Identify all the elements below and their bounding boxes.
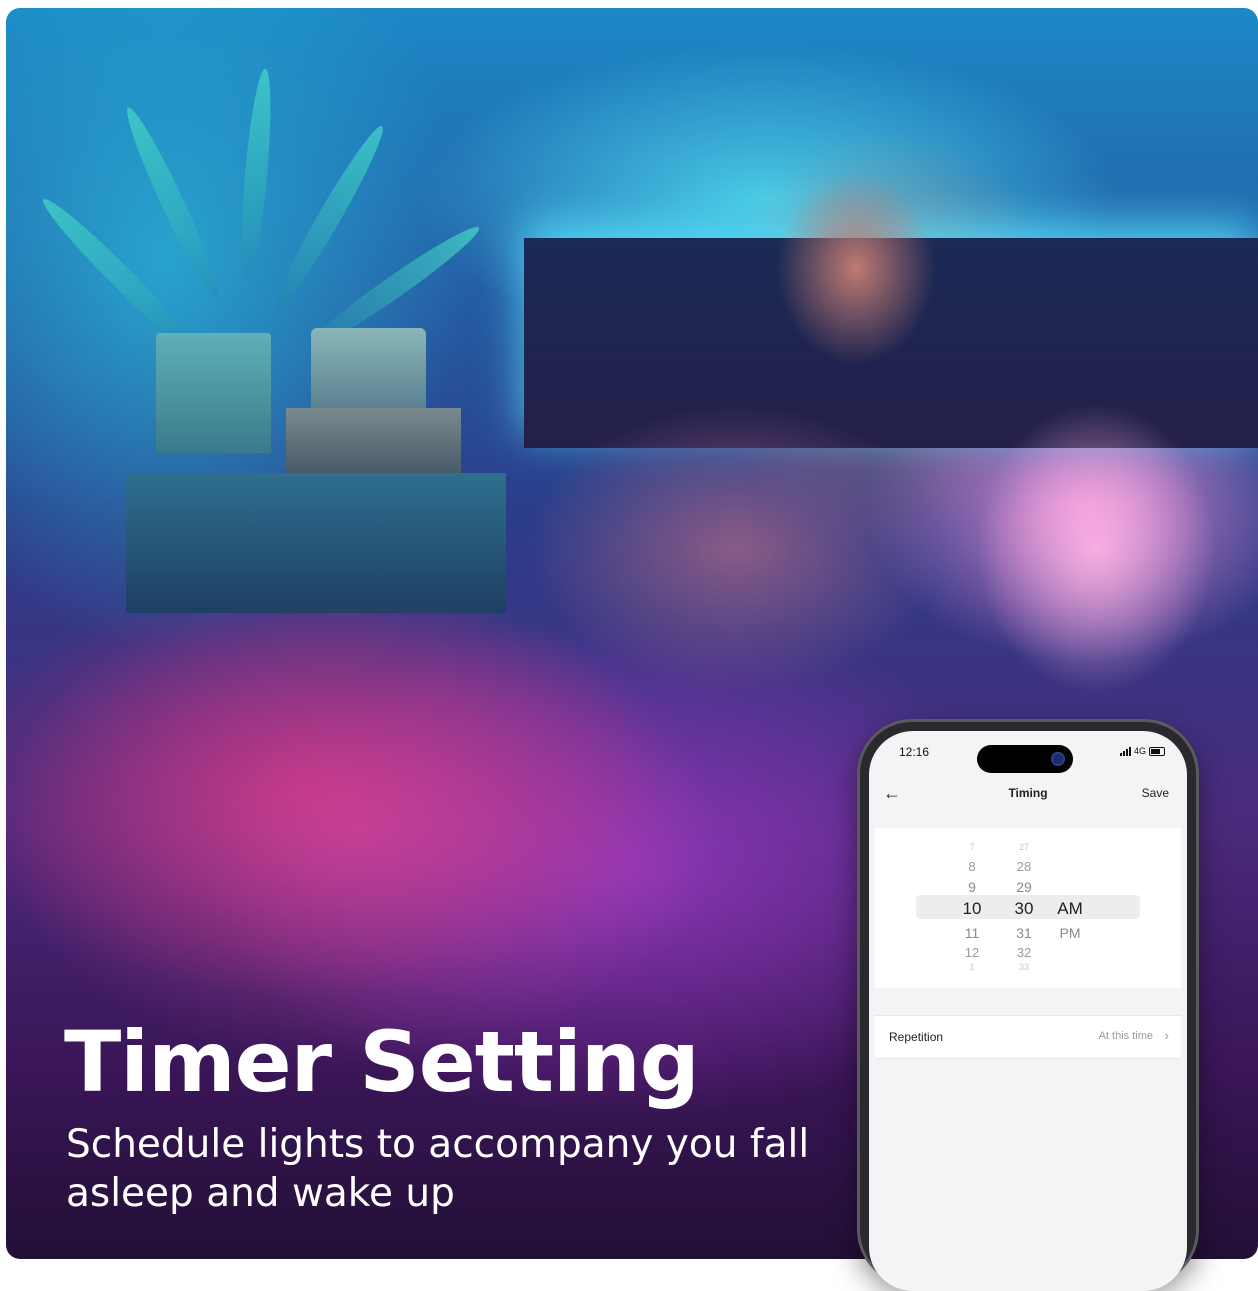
period-selected[interactable]: AM xyxy=(1053,899,1087,919)
signal-icon xyxy=(1119,746,1131,756)
hour-selected[interactable]: 10 xyxy=(955,899,989,919)
network-label: 4G xyxy=(1133,746,1146,756)
subtitle: Schedule lights to accompany you fall as… xyxy=(66,1122,810,1216)
camera-icon xyxy=(1051,752,1065,766)
page-title: Timing xyxy=(1008,786,1048,800)
speaker-device xyxy=(311,328,426,413)
plant-leaf xyxy=(267,120,392,314)
hour-option[interactable]: 7 xyxy=(955,842,989,852)
minute-option[interactable]: 31 xyxy=(1007,925,1041,941)
time-picker[interactable]: 7 8 9 10 11 12 1 27 28 29 30 31 32 33 AM… xyxy=(875,828,1181,988)
status-time: 12:16 xyxy=(899,745,930,759)
decor-box xyxy=(286,408,461,473)
minute-selected[interactable]: 30 xyxy=(1007,899,1041,919)
minute-option[interactable]: 29 xyxy=(1007,879,1041,895)
headline: Timer Setting xyxy=(64,1013,700,1111)
status-indicators: 4G xyxy=(1119,746,1165,756)
nightstand xyxy=(126,473,506,613)
hour-option[interactable]: 9 xyxy=(955,879,989,895)
sleeping-person-head xyxy=(766,148,986,408)
repetition-row[interactable]: Repetition At this time › xyxy=(875,1015,1181,1059)
phone-screen: 12:16 4G ← Timing Save 7 8 9 10 11 12 1 … xyxy=(869,731,1187,1291)
repetition-label: Repetition xyxy=(889,1030,944,1044)
period-option[interactable]: PM xyxy=(1053,925,1087,941)
minute-option[interactable]: 32 xyxy=(1007,945,1041,960)
minute-option[interactable]: 33 xyxy=(1007,962,1041,972)
plant-leaf xyxy=(236,67,277,279)
nav-bar: ← Timing Save xyxy=(869,771,1187,815)
minute-option[interactable]: 27 xyxy=(1007,842,1041,852)
minute-option[interactable]: 28 xyxy=(1007,859,1041,874)
hour-option[interactable]: 8 xyxy=(955,859,989,874)
repetition-value: At this time xyxy=(1098,1030,1153,1042)
plant-leaf xyxy=(118,103,227,303)
phone-mockup: 12:16 4G ← Timing Save 7 8 9 10 11 12 1 … xyxy=(860,722,1196,1291)
decor-box xyxy=(156,333,271,453)
hour-option[interactable]: 12 xyxy=(955,945,989,960)
hour-option[interactable]: 11 xyxy=(955,925,989,941)
hour-option[interactable]: 1 xyxy=(955,962,989,972)
dynamic-island xyxy=(977,745,1073,773)
save-button[interactable]: Save xyxy=(1142,786,1169,800)
battery-icon xyxy=(1149,746,1165,756)
chevron-right-icon: › xyxy=(1164,1028,1169,1043)
